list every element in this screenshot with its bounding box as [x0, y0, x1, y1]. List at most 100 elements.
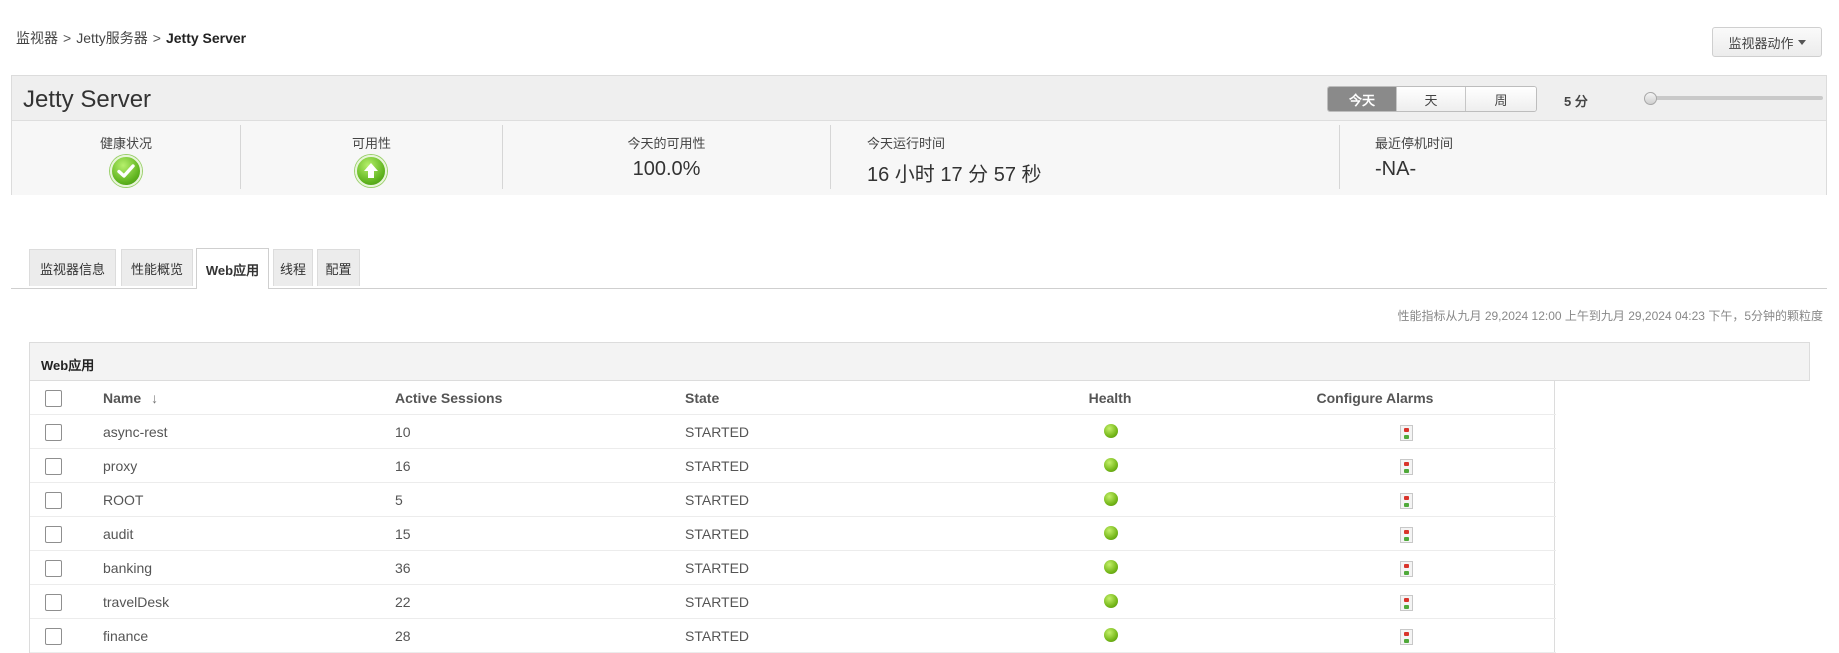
breadcrumb: 监视器 > Jetty服务器 > Jetty Server [16, 28, 246, 48]
health-status-icon[interactable] [1104, 458, 1118, 472]
table-row: async-rest 10 STARTED [30, 415, 1556, 449]
column-header-health[interactable]: Health [1040, 381, 1180, 415]
breadcrumb-jetty-servers[interactable]: Jetty服务器 [76, 30, 148, 46]
health-ok-icon[interactable] [110, 155, 142, 187]
app-state: STARTED [685, 492, 750, 508]
tab-threads[interactable]: 线程 [273, 249, 313, 286]
health-status-icon[interactable] [1104, 526, 1118, 540]
tab-web-applications[interactable]: Web应用 [196, 248, 269, 289]
last-downtime-label: 最近停机时间 [1375, 136, 1454, 151]
table-row: travelDesk 22 STARTED [30, 585, 1556, 619]
health-status-icon[interactable] [1104, 424, 1118, 438]
monitor-actions-label: 监视器动作 [1728, 35, 1794, 51]
breadcrumb-current: Jetty Server [165, 30, 247, 46]
active-sessions: 5 [395, 492, 403, 508]
webapps-panel-header: Web应用 [29, 342, 1810, 381]
select-all-checkbox[interactable] [45, 390, 62, 407]
period-week-button[interactable]: 周 [1466, 87, 1536, 111]
sort-descending-icon: ↓ [151, 390, 159, 406]
row-checkbox[interactable] [45, 594, 62, 611]
app-name[interactable]: ROOT [103, 483, 143, 517]
summary-header: Jetty Server 今天 天 周 5 分 [12, 76, 1826, 121]
period-selector: 今天 天 周 [1327, 86, 1537, 112]
app-state: STARTED [685, 526, 750, 542]
today-availability-label: 今天的可用性 [627, 136, 706, 151]
metric-last-downtime: 最近停机时间 -NA- [1340, 121, 1826, 195]
app-name[interactable]: travelDesk [103, 585, 169, 619]
row-checkbox[interactable] [45, 424, 62, 441]
page-title: Jetty Server [23, 86, 152, 113]
app-name[interactable]: finance [103, 619, 148, 653]
configure-alarm-icon[interactable] [1400, 595, 1413, 611]
breadcrumb-separator: > [63, 30, 72, 46]
table-row: audit 15 STARTED [30, 517, 1556, 551]
configure-alarm-icon[interactable] [1400, 629, 1413, 645]
breadcrumb-monitors[interactable]: 监视器 [16, 30, 58, 46]
today-availability-value: 100.0% [632, 158, 701, 180]
app-state: STARTED [685, 424, 750, 440]
column-header-sessions[interactable]: Active Sessions [395, 381, 502, 415]
configure-alarm-icon[interactable] [1400, 425, 1413, 441]
health-status-icon[interactable] [1104, 628, 1118, 642]
table-row: finance 28 STARTED [30, 619, 1556, 653]
monitor-summary: Jetty Server 今天 天 周 5 分 健康状况 可用性 今天的可用性 … [11, 75, 1827, 195]
active-sessions: 15 [395, 526, 411, 542]
last-downtime-value: -NA- [1375, 158, 1417, 180]
table-row: ROOT 5 STARTED [30, 483, 1556, 517]
tab-monitor-info[interactable]: 监视器信息 [29, 249, 116, 286]
availability-up-arrow-icon[interactable] [355, 155, 387, 187]
row-checkbox[interactable] [45, 560, 62, 577]
column-header-state[interactable]: State [685, 381, 719, 415]
app-state: STARTED [685, 594, 750, 610]
health-status-icon[interactable] [1104, 594, 1118, 608]
active-sessions: 22 [395, 594, 411, 610]
configure-alarm-icon[interactable] [1400, 561, 1413, 577]
metric-health: 健康状况 [12, 121, 240, 195]
health-label: 健康状况 [99, 136, 152, 151]
configure-alarm-icon[interactable] [1400, 459, 1413, 475]
health-status-icon[interactable] [1104, 560, 1118, 574]
metric-availability: 可用性 [241, 121, 502, 195]
app-state: STARTED [685, 458, 750, 474]
row-checkbox[interactable] [45, 492, 62, 509]
app-name[interactable]: audit [103, 517, 133, 551]
active-sessions: 10 [395, 424, 411, 440]
monitor-actions-button[interactable]: 监视器动作 [1712, 27, 1822, 57]
tab-bar: 监视器信息 性能概览 Web应用 线程 配置 [11, 248, 1827, 289]
app-name[interactable]: async-rest [103, 415, 168, 449]
tab-performance-overview[interactable]: 性能概览 [121, 249, 193, 286]
metrics-row: 健康状况 可用性 今天的可用性 100.0% 今天运行时间 16 小时 17 分… [12, 121, 1826, 195]
uptime-value: 16 小时 17 分 57 秒 [867, 164, 1042, 186]
column-header-configure-alarms: Configure Alarms [1316, 390, 1434, 406]
webapps-panel-title: Web应用 [41, 358, 95, 373]
interval-slider-track[interactable] [1650, 96, 1823, 100]
period-note: 性能指标从九月 29,2024 12:00 上午到九月 29,2024 04:2… [1397, 309, 1824, 323]
column-name-label: Name [103, 390, 142, 406]
active-sessions: 36 [395, 560, 411, 576]
health-status-icon[interactable] [1104, 492, 1118, 506]
period-today-button[interactable]: 今天 [1328, 87, 1397, 111]
app-name[interactable]: proxy [103, 449, 137, 483]
period-day-button[interactable]: 天 [1397, 87, 1466, 111]
app-state: STARTED [685, 628, 750, 644]
configure-alarm-icon[interactable] [1400, 493, 1413, 509]
row-checkbox[interactable] [45, 526, 62, 543]
table-row: proxy 16 STARTED [30, 449, 1556, 483]
interval-label: 5 分 [1564, 94, 1588, 109]
interval-slider-handle[interactable] [1644, 92, 1657, 105]
column-header-name[interactable]: Name ↓ [103, 381, 158, 415]
uptime-label: 今天运行时间 [867, 136, 946, 151]
app-name[interactable]: banking [103, 551, 152, 585]
active-sessions: 28 [395, 628, 411, 644]
table-row: banking 36 STARTED [30, 551, 1556, 585]
row-checkbox[interactable] [45, 628, 62, 645]
table-header-row: Name ↓ Active Sessions State Health Confi… [30, 381, 1556, 415]
caret-down-icon [1797, 39, 1806, 45]
metric-today-availability: 今天的可用性 100.0% [503, 121, 830, 195]
configure-alarm-icon[interactable] [1400, 527, 1413, 543]
tab-configuration[interactable]: 配置 [317, 249, 360, 286]
row-checkbox[interactable] [45, 458, 62, 475]
webapps-table: Name ↓ Active Sessions State Health Confi… [29, 381, 1556, 653]
app-state: STARTED [685, 560, 750, 576]
active-sessions: 16 [395, 458, 411, 474]
